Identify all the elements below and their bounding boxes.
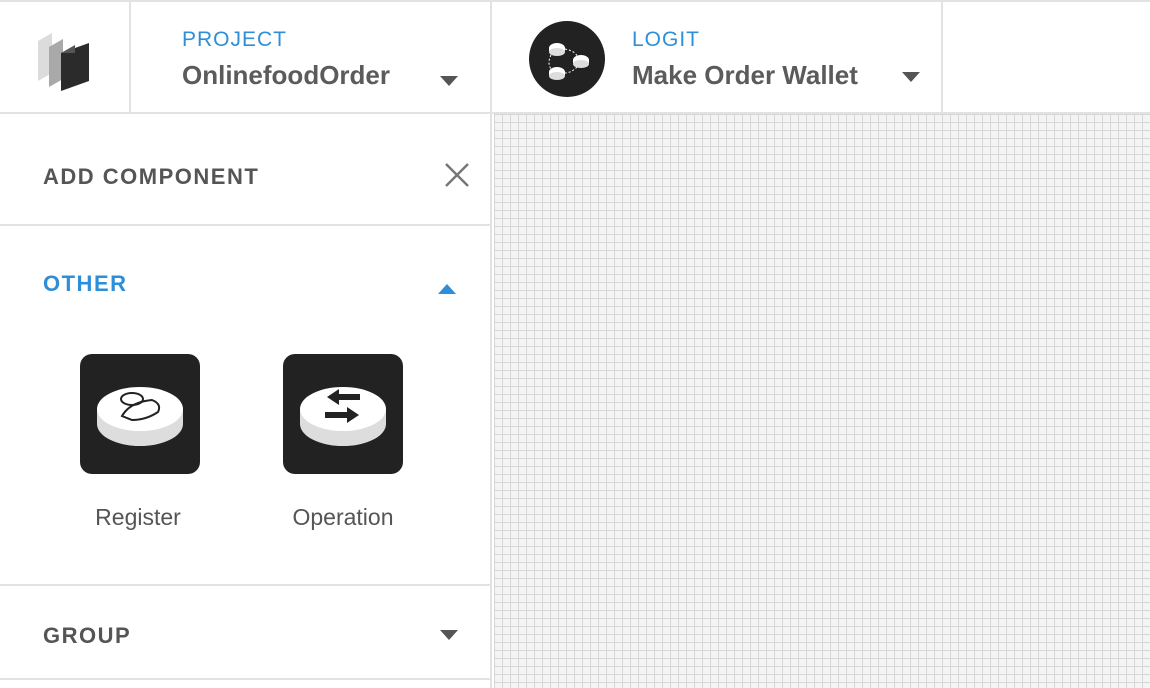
component-register[interactable]: Register [40, 354, 200, 554]
logit-label: LOGIT [632, 28, 701, 51]
app-logo[interactable] [0, 2, 131, 114]
add-component-panel: ADD COMPONENT OTHER Register Operation G… [0, 114, 492, 688]
component-label: Operation [292, 504, 394, 530]
project-selector[interactable]: PROJECT OnlinefoodOrder [131, 2, 492, 114]
component-label: Register [95, 504, 181, 530]
section-title-other[interactable]: OTHER [43, 271, 128, 297]
register-coin-icon [80, 354, 200, 474]
top-header: PROJECT OnlinefoodOrder LOGIT Make Order… [0, 0, 1150, 114]
operation-coin-icon [283, 354, 403, 474]
chevron-up-icon[interactable] [438, 284, 456, 294]
logit-network-icon [548, 43, 589, 80]
project-label: PROJECT [182, 28, 288, 51]
logit-selector[interactable]: LOGIT Make Order Wallet [492, 2, 943, 114]
logit-name: Make Order Wallet [632, 60, 858, 90]
panel-title: ADD COMPONENT [43, 164, 260, 189]
component-operation[interactable]: Operation [243, 354, 403, 554]
chevron-down-icon[interactable] [902, 72, 920, 82]
logit-avatar [529, 21, 605, 97]
design-canvas[interactable] [494, 114, 1150, 688]
close-icon[interactable] [442, 160, 472, 190]
logo-icon [38, 33, 89, 91]
panel-header: ADD COMPONENT [0, 114, 490, 226]
chevron-down-icon[interactable] [440, 630, 458, 640]
chevron-down-icon[interactable] [440, 76, 458, 86]
project-name: OnlinefoodOrder [182, 60, 390, 90]
section-title-group[interactable]: GROUP [43, 623, 131, 649]
section-group[interactable]: GROUP [0, 586, 490, 680]
